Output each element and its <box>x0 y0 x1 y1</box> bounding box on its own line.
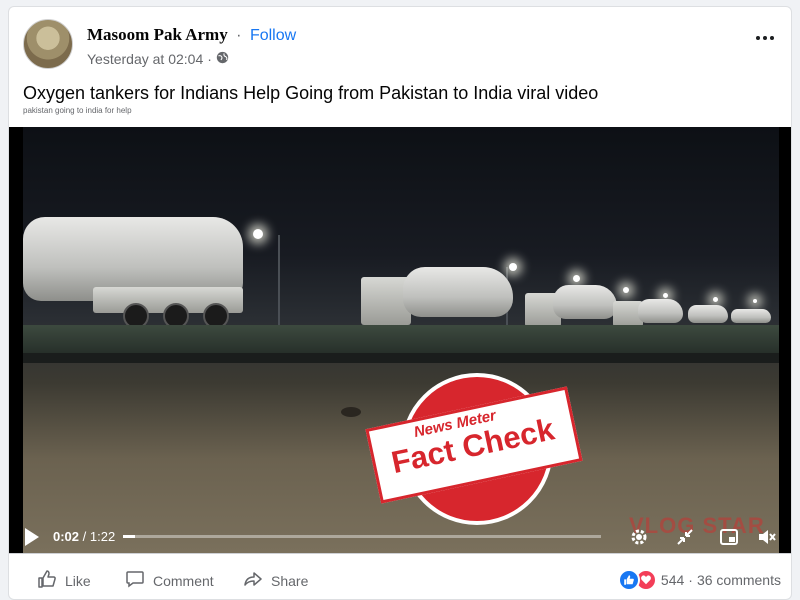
lamp-light <box>663 293 668 298</box>
minimize-icon[interactable] <box>675 527 695 547</box>
author-row: Masoom Pak Army · Follow <box>87 25 296 45</box>
play-icon[interactable] <box>25 528 39 546</box>
lamp-light <box>509 263 517 271</box>
timestamp[interactable]: Yesterday at 02:04 <box>87 51 203 67</box>
time-display: 0:02 / 1:22 <box>53 529 115 544</box>
globe-icon <box>216 51 229 67</box>
fact-check-stamp: News Meter Fact Check <box>365 359 583 539</box>
follow-button[interactable]: Follow <box>250 27 296 44</box>
tanker-truck <box>403 267 513 317</box>
reaction-summary[interactable]: 544 · 36 comments <box>617 569 781 591</box>
video-controls: 0:02 / 1:22 <box>23 519 779 553</box>
reaction-count: 544 <box>660 572 685 588</box>
meta-separator: · <box>207 51 212 67</box>
tanker-truck <box>688 305 728 323</box>
video-player[interactable]: News Meter Fact Check VLOG STAR 0:02 / 1… <box>9 127 791 553</box>
ground-rock <box>341 407 361 417</box>
comments-count[interactable]: 36 comments <box>697 572 781 588</box>
gear-icon[interactable] <box>629 527 649 547</box>
duration: 1:22 <box>89 529 116 544</box>
video-frame: News Meter Fact Check <box>23 127 779 553</box>
volume-muted-icon[interactable] <box>757 527 777 547</box>
footer-divider <box>9 553 791 554</box>
post-actions: Like Comment Share 544 · 36 comments <box>9 563 791 595</box>
tanker-truck <box>731 309 771 323</box>
post-subtitle: pakistan going to india for help <box>23 106 132 115</box>
avatar[interactable] <box>23 19 73 69</box>
lamp-light <box>253 229 263 239</box>
share-button[interactable]: Share <box>243 569 308 592</box>
separator-dot: · <box>236 27 242 44</box>
stats-separator: · <box>688 572 693 588</box>
tanker-truck <box>553 285 617 319</box>
current-time: 0:02 <box>53 529 80 544</box>
thumbs-up-icon <box>37 569 57 592</box>
progress-bar[interactable] <box>123 535 601 538</box>
tanker-truck <box>638 299 683 323</box>
lamp-light <box>623 287 629 293</box>
picture-in-picture-icon[interactable] <box>719 527 739 547</box>
share-label: Share <box>271 572 309 589</box>
progress-fill <box>123 535 135 538</box>
lamp-light <box>573 275 580 282</box>
comment-icon <box>125 569 145 592</box>
post-title: Oxygen tankers for Indians Help Going fr… <box>23 83 599 103</box>
lamp-post <box>278 235 280 327</box>
author-name[interactable]: Masoom Pak Army <box>87 25 228 44</box>
post-card: Masoom Pak Army · Follow Yesterday at 02… <box>8 6 792 600</box>
rail-platform <box>23 325 779 353</box>
post-header: Masoom Pak Army · Follow Yesterday at 02… <box>23 19 779 75</box>
like-reaction-icon <box>617 569 640 591</box>
more-options-icon[interactable] <box>751 27 779 49</box>
lamp-light <box>753 299 757 303</box>
post-meta: Yesterday at 02:04 · <box>87 51 229 67</box>
share-icon <box>243 569 263 592</box>
like-button[interactable]: Like <box>37 569 91 592</box>
comment-label: Comment <box>153 572 214 589</box>
lamp-light <box>713 297 718 302</box>
like-label: Like <box>65 572 91 589</box>
comment-button[interactable]: Comment <box>125 569 214 592</box>
time-separator: / <box>82 529 87 544</box>
